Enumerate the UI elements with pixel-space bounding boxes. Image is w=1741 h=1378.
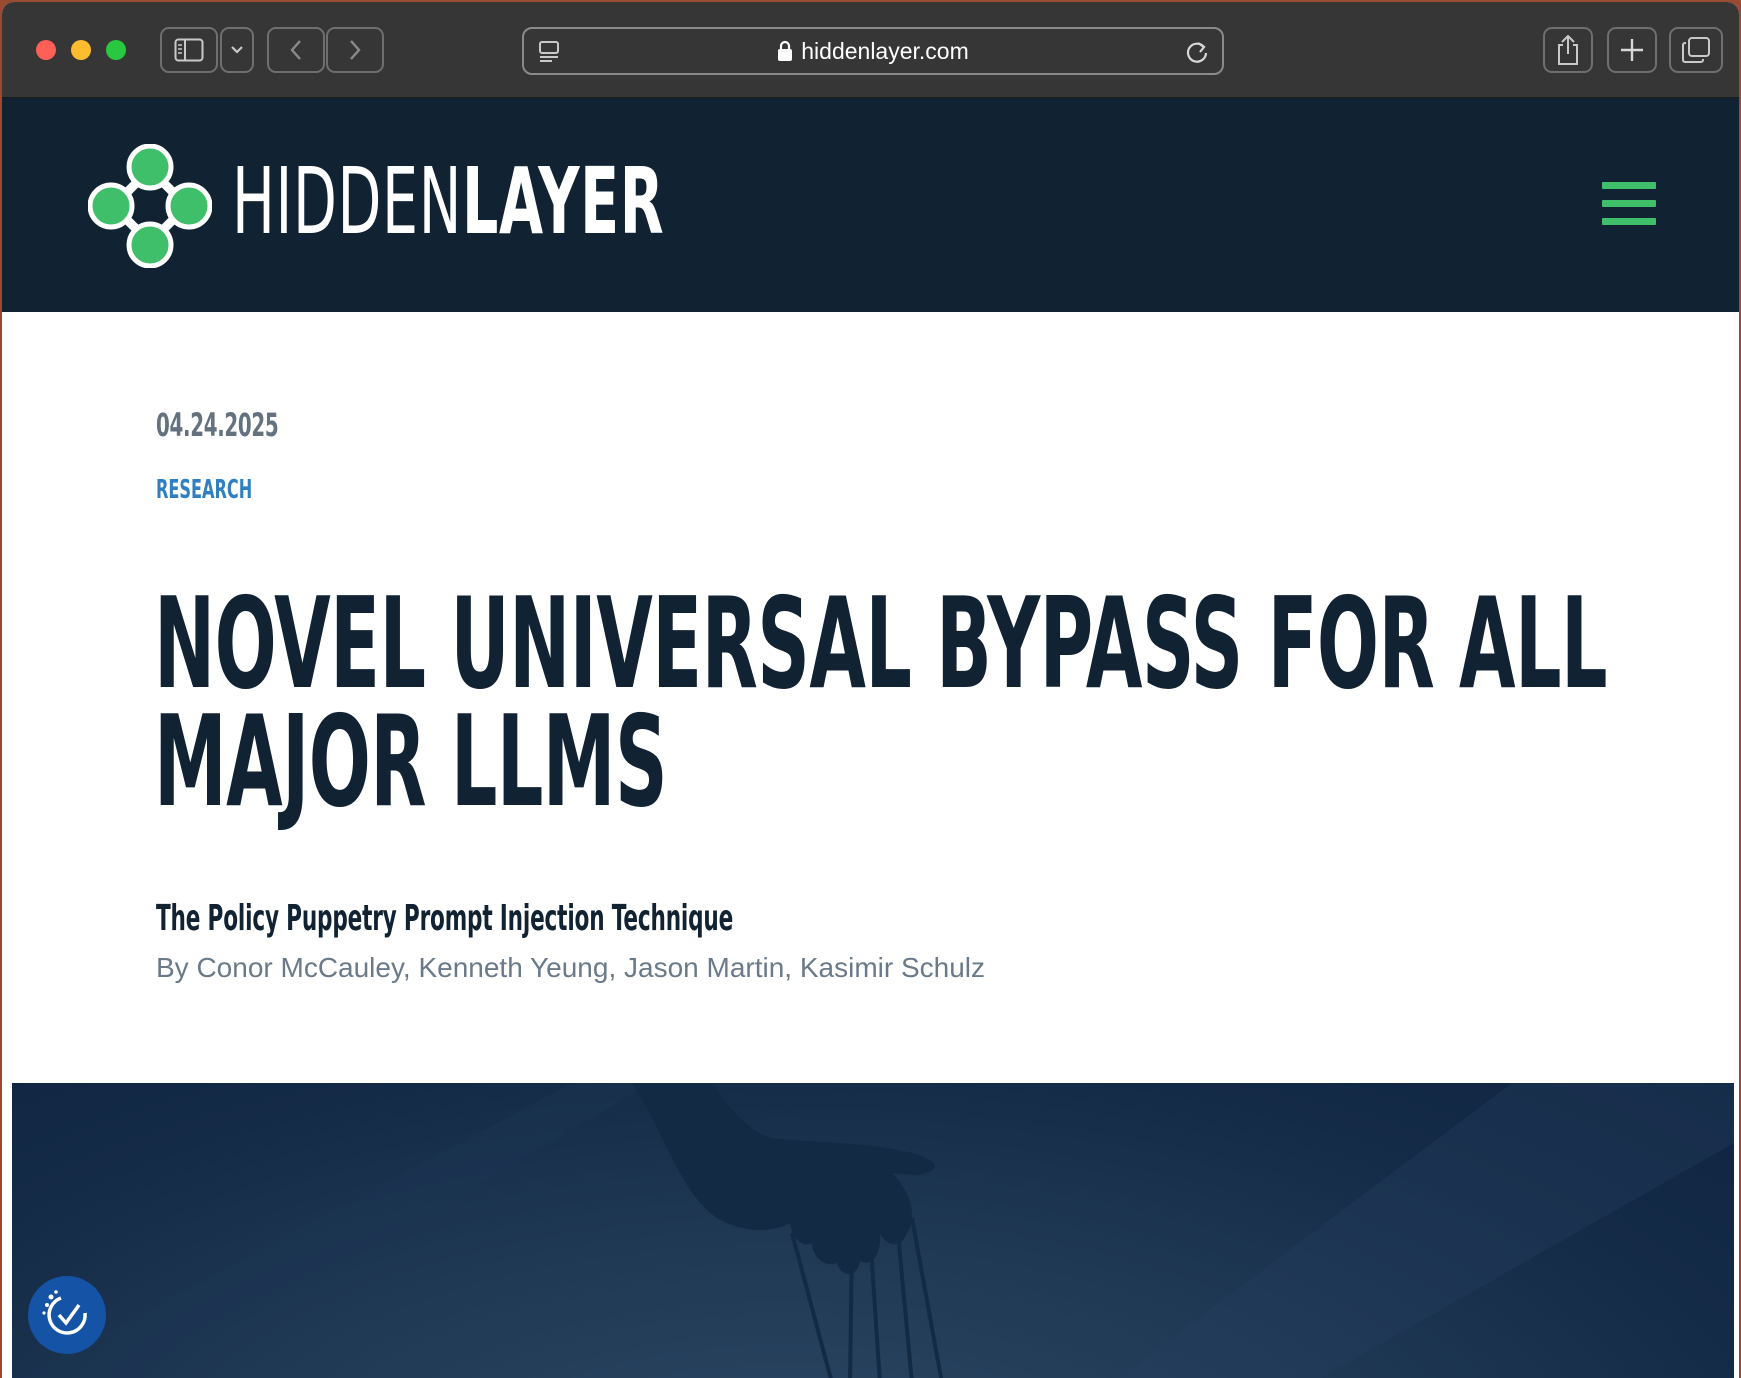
reload-icon[interactable] — [1184, 39, 1210, 65]
tabs-overview-icon — [1682, 37, 1710, 63]
hamburger-menu-icon[interactable] — [1602, 182, 1656, 226]
forward-button[interactable] — [326, 27, 384, 73]
lock-icon — [778, 40, 793, 61]
plus-icon — [1621, 39, 1643, 61]
zoom-window-button[interactable] — [106, 40, 126, 60]
article-category-link[interactable]: RESEARCH — [156, 475, 252, 505]
hero-image — [12, 1083, 1734, 1378]
hiddenlayer-logo-text[interactable]: HIDDEN LAYER — [232, 152, 664, 252]
new-tab-button[interactable] — [1607, 27, 1657, 73]
close-window-button[interactable] — [36, 40, 56, 60]
chevron-right-icon — [350, 40, 361, 60]
tab-overview-button[interactable] — [1669, 27, 1723, 73]
share-button[interactable] — [1543, 27, 1593, 73]
browser-window: hiddenlayer.com HIDDEN LAYER 04.24.2025 … — [2, 2, 1739, 1378]
page-menu-icon[interactable] — [538, 40, 560, 64]
accessibility-icon — [42, 1290, 87, 1335]
back-button[interactable] — [267, 27, 325, 73]
address-bar[interactable]: hiddenlayer.com — [522, 27, 1224, 75]
article-subtitle: The Policy Puppetry Prompt Injection Tec… — [156, 898, 734, 939]
puppeteer-hand-illustration — [21, 1083, 1734, 1378]
hiddenlayer-logo-mark[interactable] — [88, 144, 212, 268]
article-title-line-2: MAJOR LLMS — [154, 688, 668, 835]
article-authors: By Conor McCauley, Kenneth Yeung, Jason … — [156, 952, 986, 983]
chevron-left-icon — [290, 40, 301, 60]
browser-toolbar: hiddenlayer.com — [2, 2, 1739, 98]
article-date: 04.24.2025 — [156, 406, 279, 444]
chevron-down-icon — [231, 46, 243, 54]
url-text[interactable]: hiddenlayer.com — [801, 38, 969, 65]
share-icon — [1558, 34, 1578, 65]
logo-text-hidden: HIDDEN — [232, 148, 462, 255]
logo-text-layer: LAYER — [461, 148, 665, 255]
sidebar-menu-button[interactable] — [220, 27, 254, 73]
sidebar-icon — [174, 38, 204, 62]
accessibility-button[interactable] — [28, 1276, 106, 1354]
sidebar-toggle-button[interactable] — [160, 27, 218, 73]
article-title-line-1: NOVEL UNIVERSAL BYPASS FOR ALL — [154, 570, 1608, 717]
minimize-window-button[interactable] — [71, 40, 91, 60]
